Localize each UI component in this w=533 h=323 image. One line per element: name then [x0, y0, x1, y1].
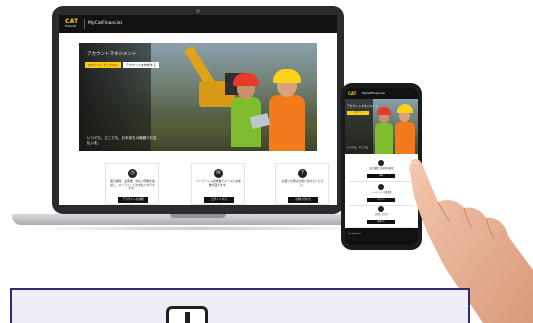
feature-cards: ◷ 取引履歴、請求書、支払い明細を確認し、オンラインでお支払いができます。 アカ…: [59, 163, 337, 205]
logo-text: CAT: [65, 18, 79, 25]
paperless-login-button[interactable]: ログインする: [204, 197, 234, 203]
laptop: CAT Financial MyCatFinancial アカウントマネジメント…: [52, 6, 344, 214]
feature-card-contact: ? お困りの際はお問い合わせください。 お問い合わせ: [275, 163, 329, 205]
login-button[interactable]: ログインしてください: [85, 62, 121, 68]
mail-icon: ✉: [214, 169, 223, 178]
document-icon: [166, 306, 208, 323]
create-account-button[interactable]: アカウントを作成する: [123, 62, 159, 68]
clock-icon: [378, 160, 384, 166]
clock-icon: ◷: [128, 169, 137, 178]
contact-button[interactable]: お問い合わせ: [288, 197, 318, 203]
hero-overlay: [79, 43, 151, 151]
laptop-shadow: [22, 226, 374, 231]
feature-card-paperless: ✉ ペーパーレス請求書でメールに請求書が届きます。 ログインする: [191, 163, 245, 205]
question-icon: [378, 206, 384, 212]
phone-hero-caption: いつでも、どこでも: [347, 146, 369, 149]
header-divider: [84, 19, 85, 29]
laptop-notch: [170, 214, 226, 218]
bottom-banner: [10, 288, 470, 323]
phone-login-button[interactable]: ログイン: [347, 111, 369, 115]
worker-two-vest: [269, 95, 305, 151]
laptop-camera: [196, 9, 200, 13]
phone-brand-name: MyCatFinancial: [362, 91, 385, 95]
phone-worker-one-hardhat: [377, 107, 391, 115]
mail-icon: [378, 184, 384, 190]
feature-card-text: お困りの際はお問い合わせください。: [281, 179, 324, 187]
phone-hero-title: アカウントマネジメント: [347, 104, 378, 108]
feature-card-text: 取引履歴、請求書、支払い明細を確認し、オンラインでお支払いができます。: [110, 179, 155, 191]
phone-cat-logo[interactable]: CAT: [348, 90, 356, 97]
laptop-screen: CAT Financial MyCatFinancial アカウントマネジメント…: [59, 15, 337, 205]
brand-name[interactable]: MyCatFinancial: [88, 20, 122, 28]
cat-logo[interactable]: CAT Financial: [65, 18, 81, 29]
phone-worker-two-hardhat: [397, 104, 413, 113]
hero-banner: アカウントマネジメント ログインしてください アカウントを作成する いつでも、ど…: [79, 43, 317, 151]
site-header: CAT Financial MyCatFinancial: [59, 15, 337, 33]
hero-title: アカウントマネジメント: [87, 52, 137, 57]
feature-card-text: ペーパーレス請求書でメールに請求書が届きます。: [196, 179, 241, 187]
question-icon: ?: [298, 169, 307, 178]
document-icon-mark: [185, 312, 190, 323]
worker-two-hardhat: [273, 69, 301, 83]
account-details-button[interactable]: アカウントの詳細: [118, 197, 148, 203]
phone-hero: アカウントマネジメント ログイン いつでも、どこでも: [345, 99, 418, 154]
phone-header: CAT MyCatFinancial: [345, 88, 418, 99]
feature-card-account: ◷ 取引履歴、請求書、支払い明細を確認し、オンラインでお支払いができます。 アカ…: [105, 163, 159, 205]
logo-subtext: Financial: [65, 25, 76, 28]
worker-one-hardhat: [233, 73, 259, 86]
phone-footer-text: Cat Financial: [348, 233, 361, 235]
hero-caption: いつでも、どこでも、お手持ちの機器でお支払いを。: [87, 136, 157, 145]
